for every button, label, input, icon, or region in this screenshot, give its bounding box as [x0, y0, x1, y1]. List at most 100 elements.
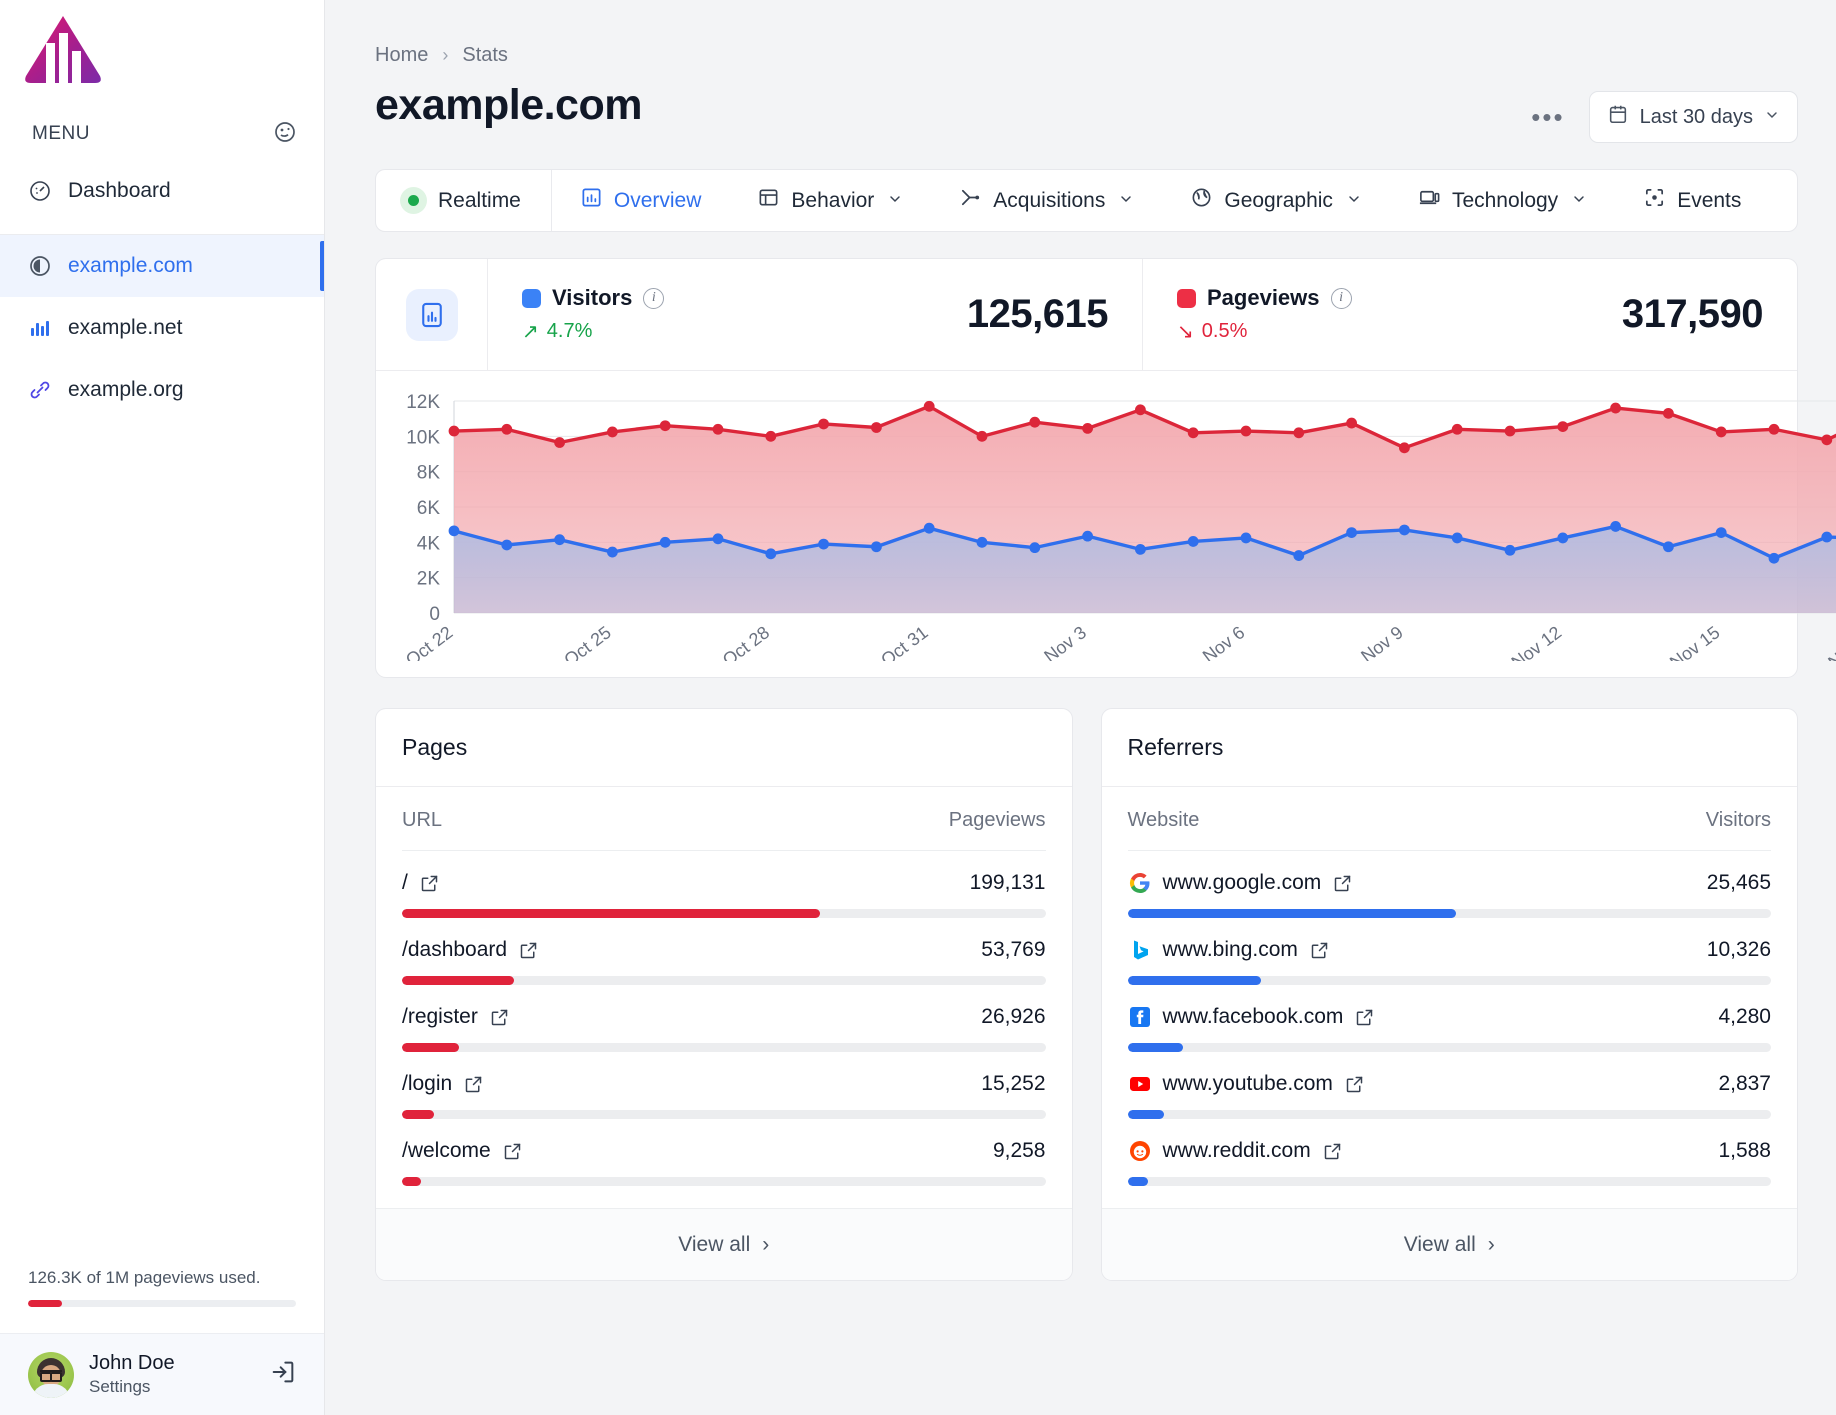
list-item[interactable]: / 199,131 — [402, 851, 1046, 918]
chart-point — [923, 400, 935, 412]
external-link-icon[interactable] — [1354, 1007, 1375, 1028]
chart-plot-area[interactable]: 0 2K 4K 6K 8K 10K 12K Oct 22 Oct 25 Oct 28 Oct 31 N… — [376, 371, 1836, 677]
external-link-icon[interactable] — [463, 1074, 484, 1095]
referrers-column-headers: Website Visitors — [1127, 787, 1771, 851]
list-item[interactable]: /welcome 9,258 — [402, 1119, 1046, 1186]
info-icon[interactable]: i — [643, 287, 665, 309]
external-link-icon[interactable] — [502, 1141, 523, 1162]
list-item[interactable]: www.reddit.com 1,588 — [1127, 1119, 1771, 1186]
column-header-website: Website — [1127, 809, 1200, 831]
list-item-value: 4,280 — [1718, 1005, 1771, 1028]
tab-realtime[interactable]: Realtime — [376, 170, 552, 231]
sidebar-item-label: example.net — [68, 316, 183, 339]
user-bar[interactable]: John Doe Settings — [0, 1333, 324, 1415]
external-link-icon[interactable] — [1309, 940, 1330, 961]
sidebar-item-example-org[interactable]: example.org — [0, 359, 324, 421]
user-settings-link[interactable]: Settings — [89, 1376, 254, 1398]
logout-icon[interactable] — [269, 1358, 297, 1391]
laptop-icon — [1418, 186, 1441, 215]
chart-point — [1663, 541, 1674, 553]
list-item-name: www.bing.com — [1162, 938, 1298, 961]
metric-pageviews[interactable]: Pageviews i ↘ 0.5% 317,590 — [1142, 259, 1797, 370]
chart-point — [1135, 544, 1146, 555]
tab-technology[interactable]: Technology — [1390, 170, 1615, 231]
external-link-icon[interactable] — [419, 873, 440, 894]
reddit-favicon — [1128, 1139, 1152, 1163]
date-range-picker[interactable]: Last 30 days — [1588, 91, 1798, 143]
y-axis-tick-label: 2K — [417, 569, 441, 590]
list-item-label: /login — [402, 1072, 484, 1096]
info-icon[interactable]: i — [1330, 287, 1352, 309]
breadcrumb-home[interactable]: Home — [375, 44, 428, 67]
list-item-name: / — [402, 871, 408, 894]
chevron-down-icon — [1118, 191, 1134, 211]
list-item-value: 10,326 — [1706, 938, 1771, 961]
metric-icon-cell — [376, 259, 488, 370]
external-link-icon[interactable] — [489, 1007, 510, 1028]
chevron-down-icon — [1764, 106, 1780, 129]
sidebar-item-example-com[interactable]: example.com — [0, 235, 324, 297]
chart-point — [1082, 422, 1093, 434]
list-item[interactable]: /register 26,926 — [402, 985, 1046, 1052]
list-item-name: /welcome — [402, 1139, 491, 1162]
tab-events[interactable]: Events — [1615, 170, 1769, 231]
x-axis-tick-label: Oct 31 — [877, 622, 931, 661]
list-item[interactable]: www.bing.com 10,326 — [1127, 918, 1771, 985]
more-options-button[interactable]: ••• — [1525, 104, 1570, 130]
metric-visitors[interactable]: Visitors i ↗ 4.7% 125,615 — [488, 259, 1142, 370]
pages-view-all-button[interactable]: View all › — [376, 1208, 1072, 1280]
tab-label: Overview — [613, 188, 702, 212]
x-axis-tick-label: Oct 28 — [719, 622, 773, 661]
list-item-value: 15,252 — [981, 1072, 1046, 1095]
breadcrumb-stats[interactable]: Stats — [462, 44, 508, 67]
chart-point — [765, 548, 777, 560]
list-item-bar-track — [1127, 1043, 1771, 1052]
pages-panel-body: URL Pageviews / 199,131/dashboard 53,769/r… — [376, 787, 1072, 1186]
tab-geographic[interactable]: Geographic — [1162, 170, 1390, 231]
external-link-icon[interactable] — [1332, 873, 1353, 894]
view-all-label: View all — [1403, 1232, 1476, 1256]
trend-down-icon: ↘ — [1177, 321, 1194, 343]
tab-label: Realtime — [438, 188, 521, 212]
metric-pageviews-delta: ↘ 0.5% — [1177, 319, 1352, 344]
tab-label: Acquisitions — [993, 188, 1106, 212]
list-item[interactable]: www.facebook.com 4,280 — [1127, 985, 1771, 1052]
list-item[interactable]: /login 15,252 — [402, 1052, 1046, 1119]
user-circle-icon[interactable] — [273, 120, 297, 149]
referrers-view-all-button[interactable]: View all › — [1101, 1208, 1797, 1280]
chart-point — [501, 539, 513, 551]
tab-overview[interactable]: Overview — [552, 170, 730, 231]
chart-point — [712, 423, 724, 435]
list-item-bar-track — [1127, 909, 1771, 918]
list-item-label: /register — [402, 1005, 510, 1029]
breadcrumb-separator: › — [442, 45, 449, 65]
list-item-top: /login 15,252 — [402, 1072, 1046, 1096]
list-item-value: 1,588 — [1718, 1139, 1771, 1162]
chart-point — [1451, 423, 1463, 435]
list-item-name: /dashboard — [402, 938, 508, 961]
link-icon — [28, 378, 52, 402]
breadcrumb: Home › Stats — [375, 44, 1798, 67]
dashboard-gauge-icon — [28, 179, 52, 203]
list-item-bar-fill — [402, 1110, 435, 1119]
list-item-label: /welcome — [402, 1139, 523, 1163]
external-link-icon[interactable] — [1322, 1141, 1343, 1162]
list-item[interactable]: www.youtube.com 2,837 — [1127, 1052, 1771, 1119]
sidebar-item-dashboard[interactable]: Dashboard — [0, 160, 324, 222]
list-item-top: / 199,131 — [402, 871, 1046, 895]
chart-point — [1768, 552, 1780, 564]
metric-visitors-value: 125,615 — [966, 292, 1109, 336]
google-favicon — [1128, 871, 1152, 895]
external-link-icon[interactable] — [1344, 1074, 1365, 1095]
tab-behavior[interactable]: Behavior — [729, 170, 931, 231]
external-link-icon[interactable] — [518, 940, 539, 961]
chart-point — [1663, 407, 1674, 419]
list-item[interactable]: www.google.com 25,465 — [1127, 851, 1771, 918]
tab-acquisitions[interactable]: Acquisitions — [931, 170, 1162, 231]
metric-visitors-left: Visitors i ↗ 4.7% — [522, 285, 665, 344]
quota-progress-fill — [28, 1300, 62, 1307]
app-logo[interactable] — [0, 0, 324, 108]
target-icon — [1643, 186, 1666, 215]
list-item[interactable]: /dashboard 53,769 — [402, 918, 1046, 985]
sidebar-item-example-net[interactable]: example.net — [0, 297, 324, 359]
